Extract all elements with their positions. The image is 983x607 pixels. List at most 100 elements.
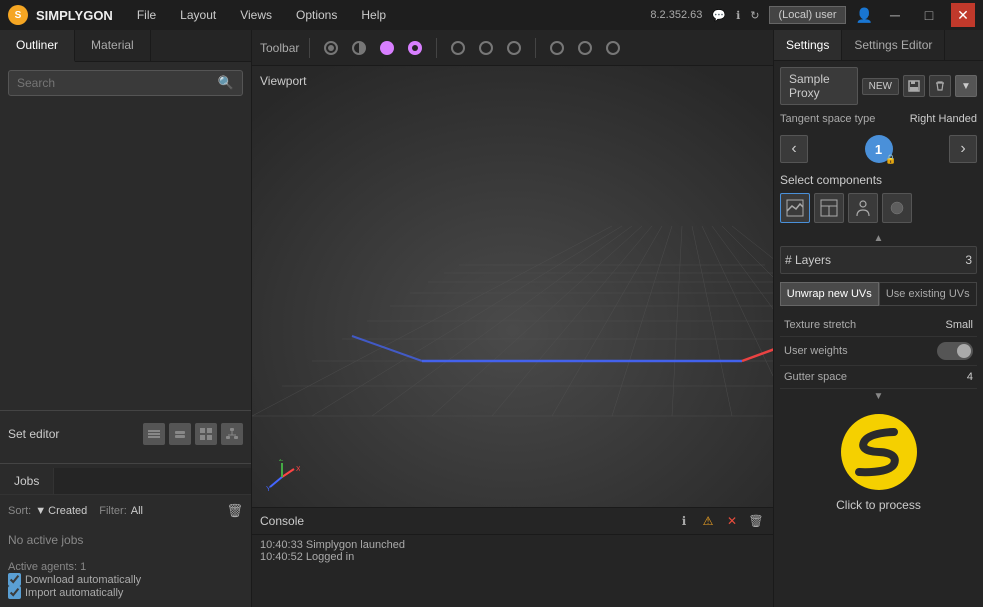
minimize-button[interactable]: ─ [883,3,907,27]
main-layout: Outliner Material 🔍 Set editor [0,30,983,607]
jobs-tab[interactable]: Jobs [0,468,54,494]
tab-settings[interactable]: Settings [774,30,842,60]
active-agents-count: 1 [80,561,86,573]
proxy-save-icon[interactable] [903,75,925,97]
svg-text:Y: Y [266,486,271,493]
uv-tab-existing[interactable]: Use existing UVs [879,282,978,306]
set-icon-stack[interactable] [169,423,191,445]
import-auto-checkbox[interactable] [8,586,21,599]
toolbar-circle-icon-1[interactable] [320,37,342,59]
toolbar-outline-circle-3[interactable] [503,37,525,59]
uv-tab-unwrap[interactable]: Unwrap new UVs [780,282,879,306]
app-logo: S [8,5,28,25]
proxy-row: Sample Proxy NEW ▼ [780,67,977,105]
info-icon[interactable]: ℹ [736,9,740,22]
user-weights-label: User weights [784,345,848,357]
scroll-up-arrow[interactable]: ▲ [780,233,977,244]
texture-stretch-value: Small [945,319,973,331]
sort-button[interactable]: ▼ Created [35,505,87,517]
select-components-label: Select components [780,173,977,187]
texture-stretch-row: Texture stretch Small [780,314,977,337]
download-auto-checkbox[interactable] [8,573,21,586]
comp-icon-terrain[interactable] [780,193,810,223]
toolbar-donut-icon[interactable] [404,37,426,59]
set-icon-tree[interactable] [221,423,243,445]
toolbar-separator-3 [535,38,536,58]
sync-icon[interactable]: ↻ [750,9,759,22]
jobs-sort-filter: Sort: ▼ Created Filter: All 🗑 [8,503,243,519]
tangent-value: Right Handed [910,113,977,125]
filter-label: Filter: [99,505,127,517]
tab-settings-editor[interactable]: Settings Editor [842,30,945,60]
console-label: Console [260,514,304,528]
next-step-button[interactable]: › [949,135,977,163]
gutter-space-label: Gutter space [784,371,847,383]
tangent-label: Tangent space type [780,113,875,125]
user-weights-toggle[interactable] [937,342,973,360]
menu-file[interactable]: File [129,6,164,24]
menu-options[interactable]: Options [288,6,345,24]
toolbar-separator-2 [436,38,437,58]
clear-jobs-icon[interactable]: 🗑 [226,503,243,519]
menu-layout[interactable]: Layout [172,6,224,24]
tab-material[interactable]: Material [75,30,151,61]
user-weights-row: User weights [780,337,977,366]
console-error-icon[interactable]: ✕ [723,512,741,530]
svg-text:X: X [296,466,300,473]
viewport-grid [252,66,773,507]
maximize-button[interactable]: □ [917,3,941,27]
divider [0,410,251,411]
user-icon[interactable]: 👤 [856,7,873,24]
console-info-icon[interactable]: ℹ [675,512,693,530]
texture-stretch-label: Texture stretch [784,319,856,331]
toolbar-icon-c[interactable] [602,37,624,59]
local-badge: (Local) user [769,6,845,24]
console-warn-icon[interactable]: ⚠ [699,512,717,530]
close-button[interactable]: ✕ [951,3,975,27]
search-icon[interactable]: 🔍 [218,75,234,91]
set-icon-grid[interactable] [195,423,217,445]
chat-icon[interactable]: 💬 [712,9,726,22]
proxy-dropdown[interactable]: ▼ [955,75,977,97]
jobs-tab-bar: Jobs [0,468,251,495]
import-auto-label: Import automatically [25,587,123,599]
filter-value: All [131,505,143,517]
title-bar: S SIMPLYGON File Layout Views Options He… [0,0,983,30]
toolbar-outline-circle-2[interactable] [475,37,497,59]
comp-icon-person[interactable] [848,193,878,223]
toolbar-outline-circle-1[interactable] [447,37,469,59]
comp-icon-table[interactable] [814,193,844,223]
tab-outliner[interactable]: Outliner [0,30,75,62]
simplygon-logo [839,412,919,492]
viewport[interactable]: Viewport [252,66,773,507]
menu-help[interactable]: Help [353,6,394,24]
click-to-process[interactable]: Click to process [836,498,921,512]
console-log: 10:40:33 Simplygon launched 10:40:52 Log… [252,535,773,607]
svg-text:Z: Z [279,459,284,463]
menu-views[interactable]: Views [232,6,280,24]
no-active-jobs: No active jobs [8,525,243,555]
import-auto-row: Import automatically [8,586,243,599]
set-icon-layers[interactable] [143,423,165,445]
toolbar-icon-b[interactable] [574,37,596,59]
toolbar-magenta-circle-icon[interactable] [376,37,398,59]
local-user-badge: (Local) user [769,9,845,21]
console-header: Console ℹ ⚠ ✕ 🗑 [252,508,773,535]
comp-icon-sphere[interactable] [882,193,912,223]
outliner-tab-bar: Outliner Material [0,30,251,62]
toolbar-icon-a[interactable] [546,37,568,59]
settings-content: Sample Proxy NEW ▼ Tangent space type Ri… [774,61,983,607]
lock-icon: 🔒 [885,154,896,165]
process-area: Click to process [780,404,977,520]
sort-label: Sort: [8,505,31,517]
viewport-label: Viewport [260,74,306,88]
proxy-delete-icon[interactable] [929,75,951,97]
toolbar-label: Toolbar [260,41,299,55]
console-section: Console ℹ ⚠ ✕ 🗑 10:40:33 Simplygon launc… [252,507,773,607]
scroll-down-arrow[interactable]: ▼ [780,391,977,402]
console-clear-icon[interactable]: 🗑 [747,512,765,530]
prev-step-button[interactable]: ‹ [780,135,808,163]
proxy-new-button[interactable]: NEW [862,78,899,95]
search-input[interactable] [17,76,218,90]
toolbar-half-circle-icon[interactable] [348,37,370,59]
